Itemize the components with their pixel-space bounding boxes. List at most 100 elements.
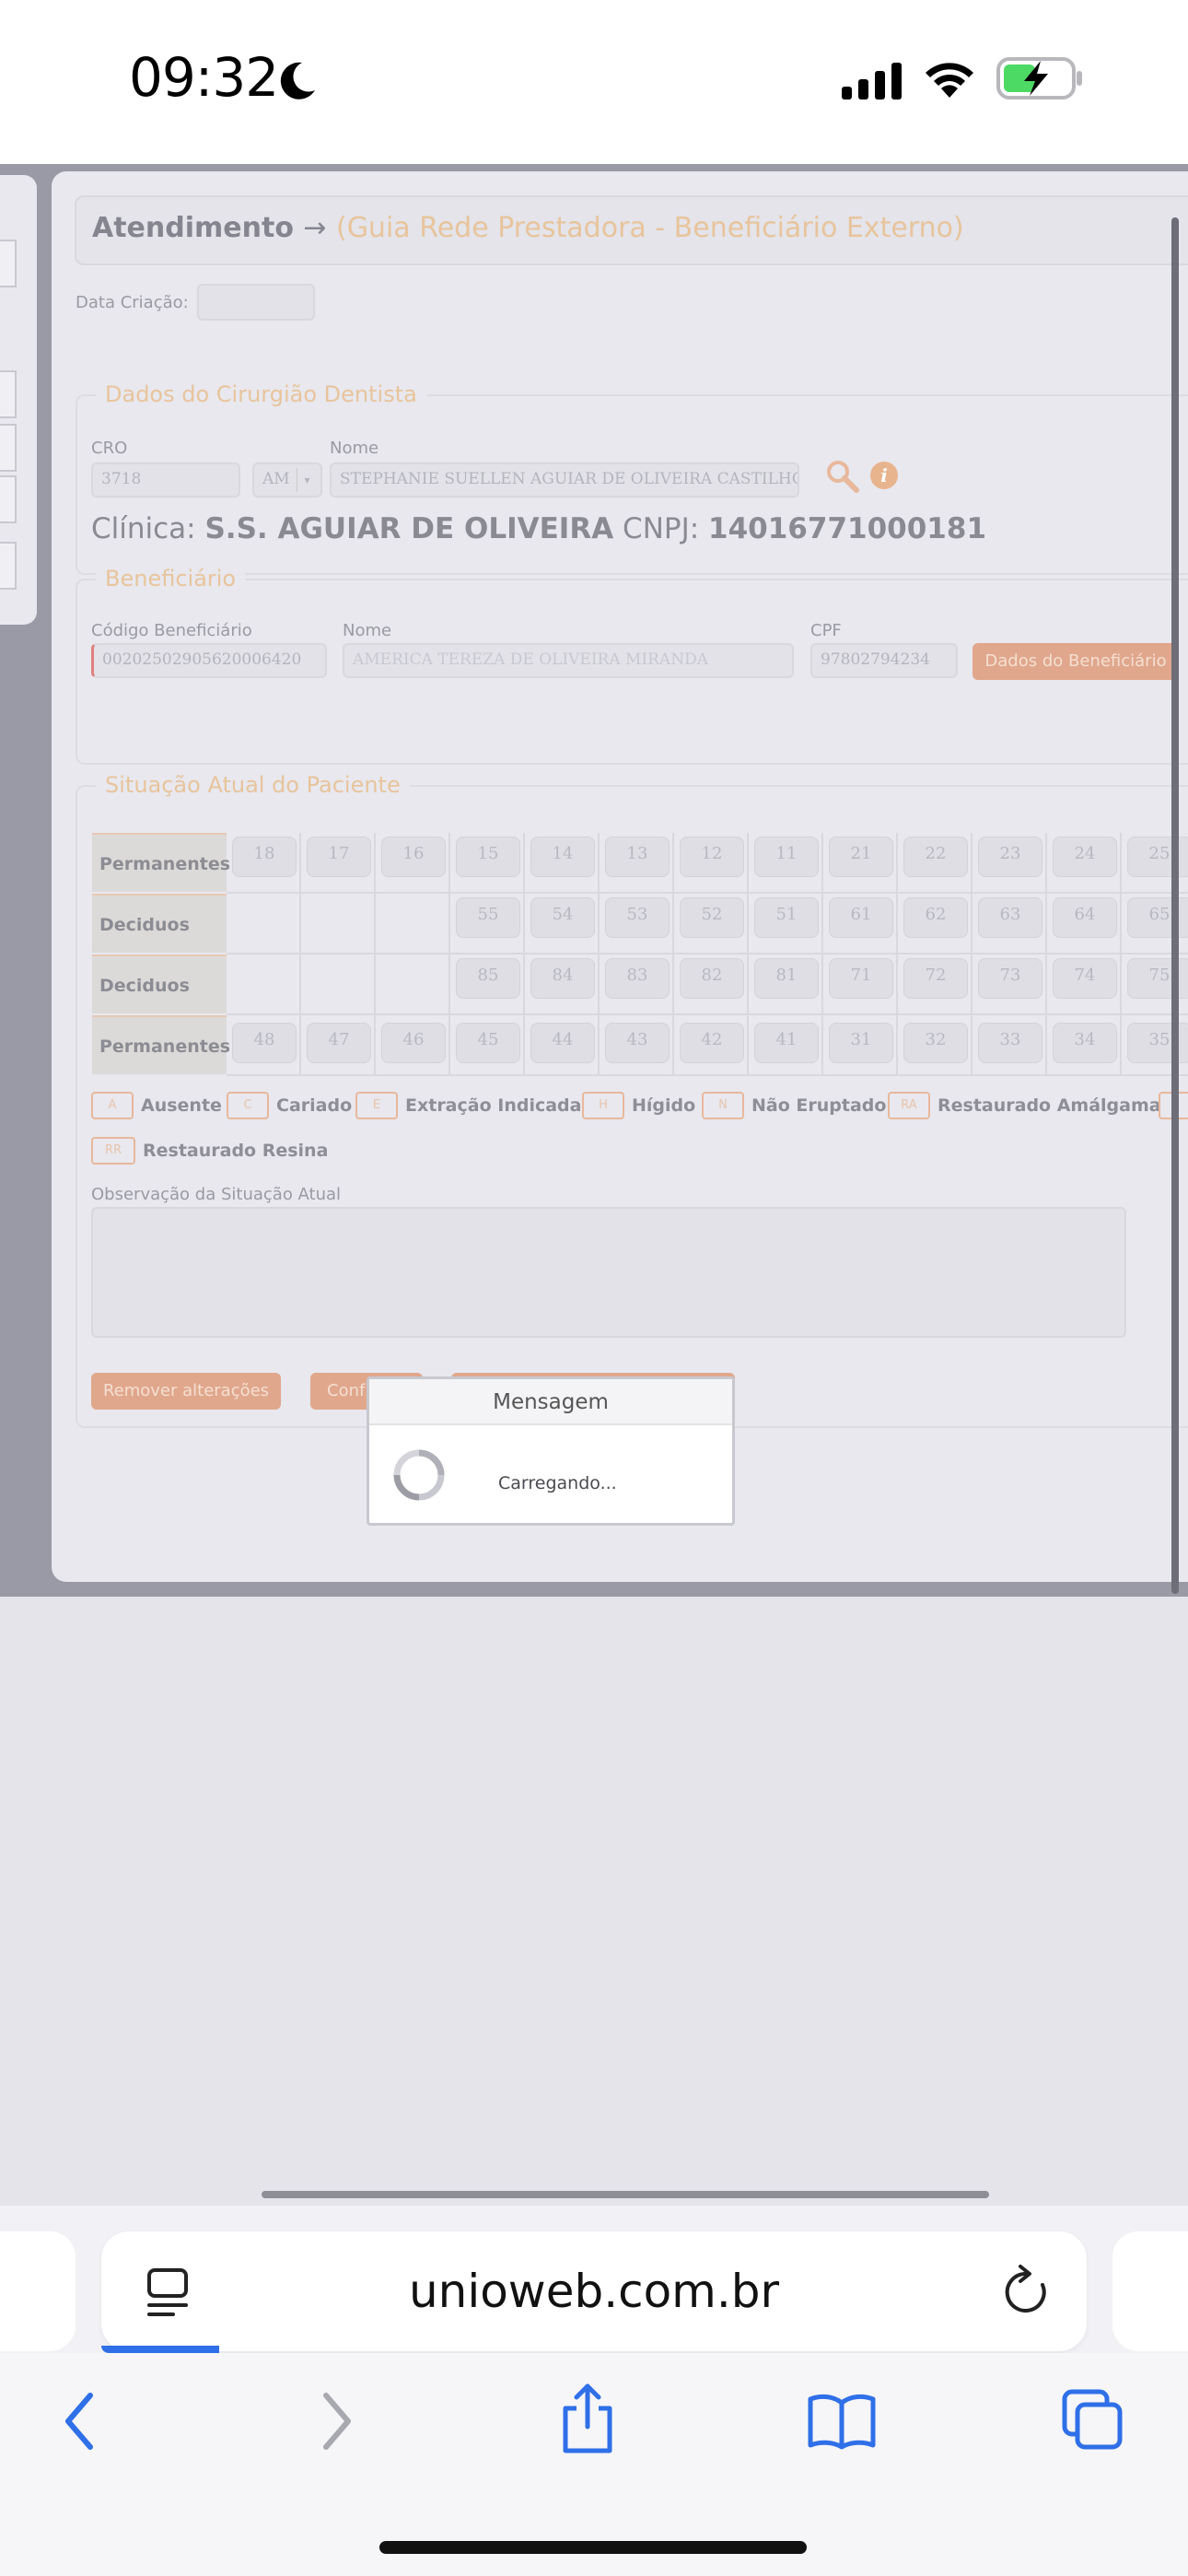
tooth-button[interactable]: 62 — [903, 897, 968, 938]
legend-code-e: E — [355, 1092, 398, 1119]
tooth-button[interactable]: 48 — [232, 1023, 297, 1063]
tooth-button[interactable]: 11 — [754, 837, 819, 877]
legend-code-h: H — [582, 1092, 624, 1119]
search-icon[interactable] — [823, 457, 862, 496]
data-criacao-label: Data Criação: — [76, 293, 189, 312]
tooth-button[interactable]: 13 — [605, 837, 670, 877]
tooth-button[interactable]: 64 — [1053, 897, 1117, 938]
nome-beneficiario-label: Nome — [343, 621, 392, 640]
loading-modal: Mensagem Carregando... — [367, 1376, 735, 1526]
tooth-button[interactable]: 35 — [1127, 1023, 1188, 1063]
wifi-icon — [926, 63, 973, 98]
tooth-button[interactable]: 42 — [680, 1023, 744, 1063]
tooth-button[interactable]: 52 — [680, 897, 744, 938]
data-criacao-input[interactable] — [197, 284, 315, 321]
tooth-button[interactable]: 75 — [1127, 958, 1188, 999]
legend-text: Ausente — [141, 1095, 222, 1116]
tooth-button[interactable]: 43 — [605, 1023, 670, 1063]
tooth-button[interactable]: 63 — [978, 897, 1042, 938]
tooth-cell — [227, 954, 301, 1015]
tooth-button[interactable]: 15 — [456, 837, 520, 877]
nome-beneficiario-input[interactable]: AMERICA TEREZA DE OLIVEIRA MIRANDA — [343, 643, 794, 678]
tooth-button[interactable]: 65 — [1127, 897, 1188, 938]
cnpj-value: 14016771000181 — [708, 512, 987, 545]
codigo-beneficiario-label: Código Beneficiário — [91, 621, 252, 640]
tooth-button[interactable]: 32 — [903, 1023, 968, 1063]
tooth-button[interactable]: 74 — [1053, 958, 1117, 999]
tooth-button[interactable]: 73 — [978, 958, 1042, 999]
tooth-button[interactable]: 53 — [605, 897, 670, 938]
bookmarks-icon[interactable] — [807, 2392, 877, 2451]
share-icon[interactable] — [558, 2381, 617, 2454]
tooth-button[interactable]: 12 — [680, 837, 744, 877]
tooth-button[interactable]: 85 — [456, 958, 520, 999]
url-text[interactable]: unioweb.com.br — [101, 2231, 1087, 2351]
tooth-button[interactable]: 83 — [605, 958, 670, 999]
dados-beneficiario-button[interactable]: Dados do Beneficiário — [973, 643, 1179, 680]
chevron-down-icon: ▾ — [297, 468, 317, 492]
tooth-button[interactable]: 84 — [530, 958, 595, 999]
tooth-button[interactable]: 23 — [978, 837, 1042, 877]
legend-text: Restaurado Amálgama — [938, 1095, 1161, 1116]
forward-icon[interactable] — [319, 2392, 355, 2451]
observacao-label: Observação da Situação Atual — [91, 1185, 342, 1204]
tooth-button[interactable]: 34 — [1053, 1023, 1117, 1063]
tooth-button[interactable]: 47 — [307, 1023, 371, 1063]
tooth-cell — [301, 894, 376, 954]
tooth-button[interactable]: 51 — [754, 897, 819, 938]
tooth-button[interactable]: 82 — [680, 958, 744, 999]
tooth-button[interactable]: 18 — [232, 837, 297, 877]
cro-input[interactable]: 3718 — [91, 463, 240, 498]
tooth-button[interactable]: 45 — [456, 1023, 520, 1063]
tooth-button[interactable]: 31 — [829, 1023, 893, 1063]
remover-alteracoes-button[interactable]: Remover alterações — [91, 1373, 281, 1410]
info-icon[interactable]: i — [869, 461, 899, 490]
dentista-legend: Dados do Cirurgião Dentista — [96, 381, 426, 407]
tooth-button[interactable]: 24 — [1053, 837, 1117, 877]
reload-icon[interactable] — [1002, 2265, 1050, 2316]
modal-title: Mensagem — [369, 1379, 732, 1425]
tooth-button[interactable]: 61 — [829, 897, 893, 938]
next-tab-preview[interactable] — [1112, 2231, 1188, 2351]
tooth-button[interactable]: 14 — [530, 837, 595, 877]
clinica-label: Clínica: — [91, 512, 196, 545]
legend-text: Restaurado Resina — [143, 1141, 329, 1161]
legend-text: Cariado — [276, 1095, 353, 1116]
tooth-button[interactable]: 22 — [903, 837, 968, 877]
page-title: Atendimento → (Guia Rede Prestadora - Be… — [92, 212, 964, 244]
legend-code-ra: RA — [888, 1092, 930, 1119]
tooth-row-label: Deciduos — [92, 954, 227, 1013]
uf-select[interactable]: AM ▾ — [252, 463, 322, 498]
reader-menu-icon[interactable] — [146, 2266, 192, 2318]
tooth-button[interactable]: 44 — [530, 1023, 595, 1063]
modal-message: Carregando... — [498, 1473, 617, 1493]
page-subtitle: (Guia Rede Prestadora - Beneficiário Ext… — [335, 212, 964, 244]
clock: 09:32 — [129, 46, 279, 109]
moon-icon — [280, 62, 315, 100]
tooth-button[interactable]: 41 — [754, 1023, 819, 1063]
tooth-button[interactable]: 54 — [530, 897, 595, 938]
tooth-button[interactable]: 72 — [903, 958, 968, 999]
tooth-button[interactable]: 17 — [307, 837, 371, 877]
battery-charging-icon — [996, 57, 1082, 100]
tooth-button[interactable]: 21 — [829, 837, 893, 877]
side-panel-field — [0, 240, 17, 287]
codigo-beneficiario-input[interactable]: 00202502905620006420 — [91, 643, 327, 678]
page-title-text: Atendimento — [92, 212, 294, 244]
cpf-input[interactable]: 97802794234 — [810, 643, 958, 678]
tooth-button[interactable]: 71 — [829, 958, 893, 999]
uf-value: AM — [262, 470, 290, 488]
tooth-button[interactable]: 81 — [754, 958, 819, 999]
tooth-button[interactable]: 55 — [456, 897, 520, 938]
tooth-button[interactable]: 46 — [381, 1023, 446, 1063]
previous-tab-preview[interactable] — [0, 2231, 76, 2351]
nome-dentista-input[interactable]: STEPHANIE SUELLEN AGUIAR DE OLIVEIRA CAS… — [330, 463, 799, 498]
vertical-scrollbar[interactable] — [1171, 217, 1179, 1594]
tooth-button[interactable]: 25 — [1127, 837, 1188, 877]
tabs-icon[interactable] — [1061, 2388, 1125, 2453]
horizontal-scrollbar[interactable] — [262, 2191, 989, 2198]
tooth-button[interactable]: 33 — [978, 1023, 1042, 1063]
back-icon[interactable] — [61, 2392, 98, 2451]
tooth-button[interactable]: 16 — [381, 837, 446, 877]
observacao-textarea[interactable] — [91, 1207, 1126, 1338]
